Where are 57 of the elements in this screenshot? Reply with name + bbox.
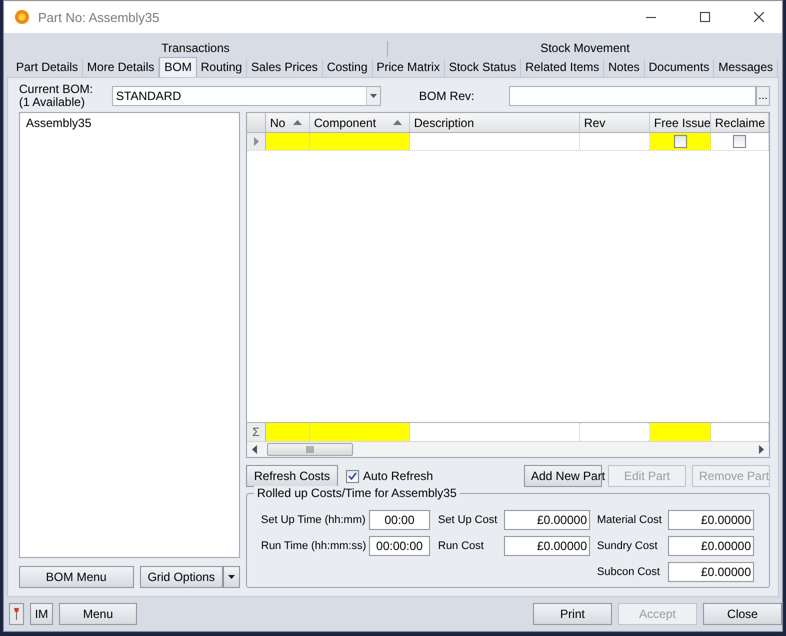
- im-button[interactable]: IM: [30, 603, 53, 626]
- dropdown-button[interactable]: [223, 566, 240, 588]
- pin-icon: [13, 607, 20, 622]
- app-logo-icon: [14, 9, 30, 25]
- checkbox-label[interactable]: Auto Refresh: [363, 469, 434, 484]
- scroll-right-icon[interactable]: [759, 445, 764, 454]
- checkmark-icon: [348, 472, 357, 480]
- field-label: Sundry Cost: [597, 540, 659, 552]
- pin-button[interactable]: [9, 603, 24, 626]
- footer-button[interactable]: Close: [703, 603, 782, 626]
- row-header[interactable]: [247, 133, 266, 150]
- grid-options-button[interactable]: Grid Options: [140, 566, 223, 588]
- dropdown-arrow-icon: [370, 94, 377, 98]
- bom-dropdown[interactable]: STANDARD: [112, 86, 381, 106]
- browse-button[interactable]: ...: [756, 86, 770, 106]
- checkbox[interactable]: [674, 135, 686, 148]
- menu-button[interactable]: Menu: [59, 603, 137, 626]
- value-field[interactable]: £0.00000: [668, 510, 754, 530]
- tree-item[interactable]: Assembly35: [26, 116, 233, 130]
- value-field[interactable]: £0.00000: [504, 510, 590, 530]
- close-icon[interactable]: [754, 12, 764, 22]
- grip-icon: [306, 446, 314, 454]
- field-label: Material Cost: [597, 514, 663, 526]
- bom-rev-field[interactable]: [509, 86, 756, 106]
- column-header[interactable]: Free Issue: [650, 113, 711, 132]
- column-header[interactable]: Description: [410, 113, 580, 132]
- tab-group-label: Transactions: [161, 41, 230, 56]
- tab-group-label: Stock Movement: [540, 41, 630, 56]
- field-label: Subcon Cost: [597, 566, 661, 578]
- field-label: Run Cost: [438, 540, 485, 552]
- menu-button[interactable]: BOM Menu: [19, 566, 134, 588]
- current-bom-label: Current BOM: (1 Available): [19, 83, 94, 110]
- group-title: Rolled up Costs/Time for Assembly35: [254, 486, 460, 500]
- summary-row-header: Σ: [247, 423, 266, 442]
- horizontal-scrollbar[interactable]: [247, 441, 769, 458]
- field-label: Set Up Time (hh:mm): [260, 514, 367, 526]
- column-header[interactable]: No: [266, 113, 310, 132]
- scroll-left-icon[interactable]: [252, 445, 257, 454]
- caret-icon: [228, 575, 235, 580]
- maximize-icon[interactable]: [700, 12, 710, 22]
- value-field[interactable]: 00:00: [369, 510, 430, 530]
- checkbox[interactable]: [733, 135, 746, 148]
- action-button[interactable]: Refresh Costs: [246, 465, 338, 488]
- value-field[interactable]: 00:00:00: [369, 536, 430, 556]
- field-label: Set Up Cost: [438, 514, 498, 526]
- bom-rev-label: BOM Rev:: [419, 89, 476, 104]
- value-field[interactable]: £0.00000: [668, 562, 754, 582]
- tab[interactable]: BOM: [159, 57, 197, 78]
- column-header[interactable]: Rev: [580, 113, 650, 132]
- checkbox[interactable]: [346, 470, 359, 483]
- value-field[interactable]: £0.00000: [504, 536, 590, 556]
- column-header[interactable]: Component: [310, 113, 410, 132]
- field-label: Run Time (hh:mm:ss): [260, 540, 368, 552]
- value-field[interactable]: £0.00000: [668, 536, 754, 556]
- window-title: Part No: Assembly35: [38, 10, 160, 24]
- footer-button[interactable]: Print: [533, 603, 612, 626]
- column-header[interactable]: Reclaime: [711, 113, 769, 132]
